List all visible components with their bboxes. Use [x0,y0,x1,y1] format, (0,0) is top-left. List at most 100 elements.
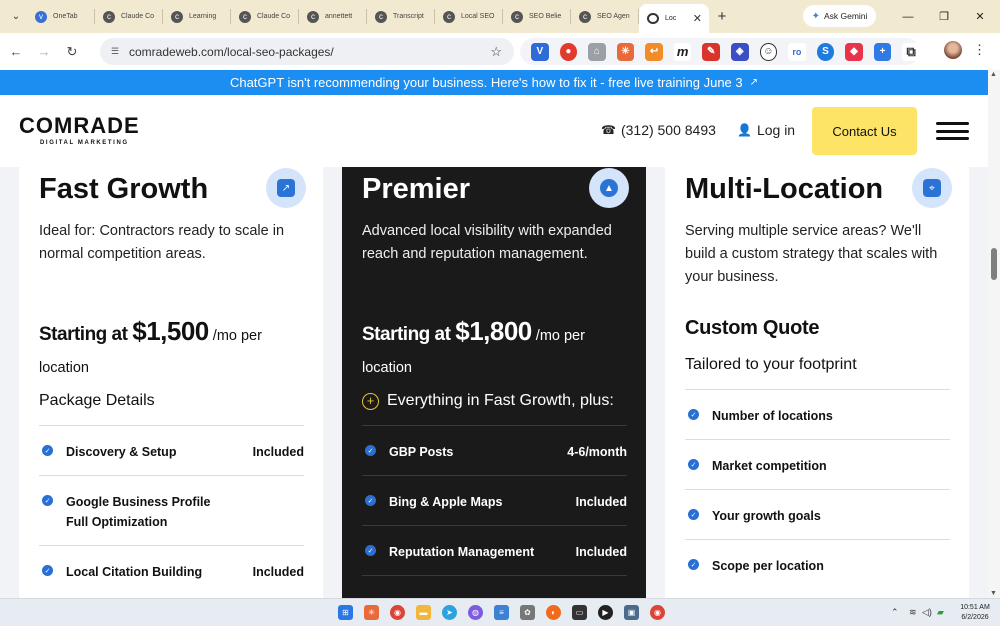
battery-icon[interactable]: ▰ [937,607,944,618]
check-badge-icon: ✓ [688,459,699,470]
taskbar-spark-icon[interactable]: ✳ [364,605,379,620]
extension-orange-icon[interactable]: ↩ [645,42,663,61]
media-player-icon[interactable]: ▶ [598,605,613,620]
tab-label: annettett [325,13,353,20]
feature-name: Reputation Management [389,545,535,559]
custom-quote-title: Custom Quote [685,317,820,339]
file-explorer-icon[interactable]: ▬ [416,605,431,620]
hamburger-menu-icon[interactable] [936,122,969,140]
restore-button[interactable]: ❐ [926,0,962,33]
extension-pink-icon[interactable]: ◆ [845,42,863,61]
card-title: Premier [362,173,471,205]
check-badge-icon: ✓ [688,509,699,520]
package-details-heading: Package Details [39,392,155,409]
browser-tab[interactable]: c SEO Belie [503,0,571,33]
tab-label: Learning [189,13,217,20]
extension-plus-icon[interactable]: + [873,42,892,61]
feature-row-divider [362,575,627,595]
tab-favicon-icon: c [511,10,523,23]
feature-list: ✓ Discovery & Setup Included ✓ Google Bu… [39,425,304,595]
tab-active[interactable]: Loc ✕ [639,4,709,33]
profile-avatar[interactable] [944,41,962,59]
bookmark-star-icon[interactable]: ☆ [490,44,502,60]
browser-menu-icon[interactable]: ⋮ [973,42,986,58]
tab-label: OneTab [53,13,78,20]
extension-pdf-icon[interactable]: ✎ [702,42,720,61]
browser-tab[interactable]: v OneTab [27,0,95,33]
feature-value: 4-6/month [567,445,627,459]
url-text[interactable]: comradeweb.com/local-seo-packages/ [129,45,334,59]
extension-v-icon[interactable]: V [531,42,549,61]
forward-arrow-icon[interactable]: → [32,44,56,59]
extension-red-icon[interactable]: ● [559,42,578,61]
feature-list: ✓ GBP Posts 4-6/month ✓ Bing & Apple Map… [362,425,627,595]
browser-tab[interactable]: c Learning [163,0,231,33]
extension-s-icon[interactable]: S [816,42,835,61]
extensions-puzzle-icon[interactable]: ⧉ [902,42,920,61]
notepad-icon[interactable]: ≡ [494,605,509,620]
window-close-button[interactable]: ✕ [962,0,998,33]
feature-list: ✓ Number of locations ✓ Market competiti… [685,389,950,589]
extensions-bar: V ● ⌂ ✳ ↩ m ✎ ◈ ☺ ro S ◆ + ⧉ [520,38,920,65]
chrome-secondary-icon[interactable]: ◉ [650,605,665,620]
volume-icon[interactable]: ◁) [922,607,932,618]
extension-spark-icon[interactable]: ✳ [616,42,635,61]
minimize-button[interactable]: — [890,0,926,33]
chrome-icon[interactable]: ◉ [390,605,405,620]
scrollbar-thumb[interactable] [991,248,997,280]
comrade-logo[interactable]: COMRADE DIGITAL MARKETING [19,113,140,146]
back-arrow-icon[interactable]: ← [4,44,28,59]
telegram-icon[interactable]: ➤ [442,605,457,620]
extension-blue-square-icon[interactable]: ◈ [730,42,749,61]
contact-us-button[interactable]: Contact Us [812,107,917,155]
new-tab-button[interactable]: + [709,8,735,25]
includes-heading: + Everything in Fast Growth, plus: [362,392,614,410]
address-bar[interactable]: ☰ comradeweb.com/local-seo-packages/ ☆ [100,38,514,65]
page-scrollbar[interactable]: ▲ ▼ [988,70,1000,598]
plus-circle-icon: + [362,392,379,410]
taskbar-purple-icon[interactable]: ◍ [468,605,483,620]
browser-tab[interactable]: c annettett [299,0,367,33]
scroll-up-arrow-icon[interactable]: ▲ [990,71,997,78]
taskbar-clock[interactable]: 10:51 AM 6/2/2026 [955,603,995,623]
browser-tab[interactable]: c Claude Co [231,0,299,33]
ask-gemini-button[interactable]: ✦ Ask Gemini [803,5,876,27]
feature-name: Local Citation Building [66,565,203,579]
scroll-down-arrow-icon[interactable]: ▼ [990,590,997,597]
site-info-icon[interactable]: ☰ [108,45,122,59]
tab-search-chevron-icon[interactable]: ⌄ [5,6,27,28]
browser-tab[interactable]: c Claude Co [95,0,163,33]
login-link[interactable]: 👤 Log in [737,122,795,138]
extension-home-icon[interactable]: ⌂ [588,42,606,61]
firefox-icon[interactable]: ◐ [546,605,561,620]
feature-row: ✓ Market competition [685,439,950,489]
taskbar-image-icon[interactable]: ▣ [624,605,639,620]
check-badge-icon: ✓ [42,565,53,576]
clock-date: 6/2/2026 [961,614,989,621]
feature-name: Market competition [712,459,827,473]
tab-label: Transcript [393,13,424,20]
browser-tab[interactable]: c Transcript [367,0,435,33]
extension-ro-icon[interactable]: ro [788,42,806,61]
windows-start-icon[interactable]: ⊞ [338,605,353,620]
browser-tab[interactable]: c Local SEO [435,0,503,33]
promo-banner[interactable]: ChatGPT isn't recommending your business… [0,70,988,95]
reload-icon[interactable]: ↻ [60,44,84,60]
feature-row: ✓ Your growth goals [685,489,950,539]
taskbar-tool-icon[interactable]: ✿ [520,605,535,620]
phone-number: (312) 500 8493 [620,122,716,138]
loading-icon [647,13,659,24]
price-lead: Starting at [362,324,456,345]
extension-face-icon[interactable]: ☺ [759,42,778,61]
phone-link[interactable]: ☎ (312) 500 8493 [601,122,716,138]
wifi-icon[interactable]: ≋ [909,607,917,618]
banner-text[interactable]: ChatGPT isn't recommending your business… [230,75,743,90]
user-icon: 👤 [737,123,752,137]
tab-active-label: Loc [665,15,677,22]
tray-chevron-icon[interactable]: ⌃ [891,607,899,618]
terminal-icon[interactable]: ▭ [572,605,587,620]
check-badge-icon: ✓ [688,409,699,420]
tab-close-icon[interactable]: ✕ [693,12,702,25]
extension-m-icon[interactable]: m [673,42,692,61]
browser-tab[interactable]: c SEO Agen [571,0,639,33]
